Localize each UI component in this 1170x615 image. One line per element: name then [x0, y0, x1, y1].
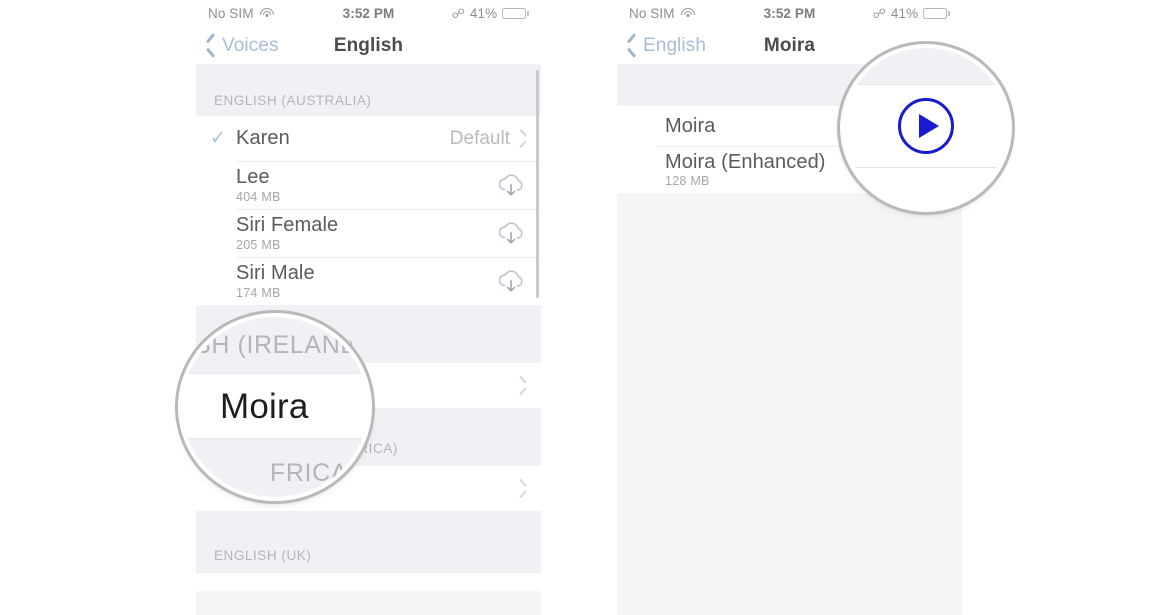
magnifier-left: LISH (IRELAND) Moira FRICA) — [182, 317, 368, 497]
bluetooth-icon: ☍ — [872, 6, 886, 21]
chevron-right-icon — [518, 481, 527, 496]
row-accessory[interactable] — [495, 268, 527, 295]
magnified-section-header-text-lower: FRICA) — [270, 459, 357, 487]
chevron-left-icon — [206, 36, 217, 55]
play-circle-icon[interactable] — [898, 98, 954, 154]
magnifier-right — [844, 48, 1008, 208]
play-triangle-icon — [919, 114, 939, 138]
chevron-right-icon — [518, 131, 527, 146]
row-main: Karen — [236, 127, 450, 149]
chevron-left-icon — [627, 36, 638, 55]
status-bar-left-group: No SIM — [629, 6, 738, 21]
row-value-label: Default — [449, 127, 510, 149]
list-item-label: Lee — [236, 166, 270, 189]
magnified-section-band — [844, 48, 1008, 84]
status-bar-right-group: ☍ 41% — [420, 6, 529, 21]
row-accessory[interactable] — [495, 172, 527, 199]
list-item-label: Karen — [236, 127, 290, 150]
list-item-size: 205 MB — [236, 237, 281, 252]
row-accessory — [518, 378, 527, 393]
nav-bar-left: Voices English — [196, 27, 541, 64]
back-button-voices[interactable]: Voices — [206, 35, 279, 57]
status-bar-clock: 3:52 PM — [342, 6, 395, 21]
bluetooth-icon: ☍ — [451, 6, 465, 21]
left-phone-screen: No SIM 3:52 PM ☍ 41% Voices English ENGL… — [196, 0, 541, 615]
table-row[interactable]: Lee 404 MB — [196, 161, 541, 209]
list-item-size: 404 MB — [236, 189, 281, 204]
screenshot-stage: No SIM 3:52 PM ☍ 41% Voices English ENGL… — [0, 0, 1170, 615]
back-button-english[interactable]: English — [627, 35, 706, 57]
cloud-download-icon[interactable] — [495, 220, 527, 247]
row-main: Lee 404 MB — [236, 166, 495, 203]
row-main: Siri Female 205 MB — [236, 214, 495, 251]
row-accessory: Default — [450, 128, 527, 150]
cloud-download-icon[interactable] — [495, 268, 527, 295]
section-header-australia: ENGLISH (AUSTRALIA) — [196, 64, 541, 116]
section-header-uk: ENGLISH (UK) — [196, 511, 541, 573]
status-bar-clock: 3:52 PM — [763, 6, 816, 21]
magnified-row-band-lower — [844, 168, 1008, 208]
scrollbar-left[interactable] — [536, 70, 539, 298]
carrier-label: No SIM — [629, 6, 675, 21]
magnified-section-header-text: LISH (IRELAND) — [182, 331, 368, 359]
list-item-label: Siri Male — [236, 262, 315, 285]
status-bar-left-group: No SIM — [208, 6, 317, 21]
chevron-right-icon — [518, 378, 527, 393]
section-rows-uk — [196, 573, 541, 591]
magnifier-left-content: LISH (IRELAND) Moira FRICA) — [182, 317, 368, 497]
list-item-size: 174 MB — [236, 285, 281, 300]
back-button-label: Voices — [222, 34, 279, 56]
table-row[interactable]: ✓ Karen Default — [196, 116, 541, 161]
magnifier-right-content — [844, 48, 1008, 208]
row-accessory[interactable] — [495, 220, 527, 247]
battery-percent-label: 41% — [890, 6, 919, 21]
table-row[interactable]: Siri Male 174 MB — [196, 257, 541, 305]
row-main: Siri Male 174 MB — [236, 262, 495, 299]
wifi-icon — [680, 8, 695, 19]
cloud-download-icon[interactable] — [495, 172, 527, 199]
battery-icon — [502, 7, 529, 20]
back-button-label: English — [643, 34, 707, 56]
table-row[interactable]: Siri Female 205 MB — [196, 209, 541, 257]
status-bar-right: No SIM 3:52 PM ☍ 41% — [617, 0, 962, 27]
carrier-label: No SIM — [208, 6, 254, 21]
wifi-icon — [259, 8, 274, 19]
section-rows-australia: ✓ Karen Default Lee 404 MB Siri Female 2… — [196, 116, 541, 305]
status-bar-left: No SIM 3:52 PM ☍ 41% — [196, 0, 541, 27]
battery-percent-label: 41% — [469, 6, 498, 21]
battery-icon — [923, 7, 950, 20]
row-accessory — [518, 481, 527, 496]
status-bar-right-group: ☍ 41% — [841, 6, 950, 21]
checkmark-icon: ✓ — [210, 128, 226, 149]
magnified-focus-label: Moira — [220, 387, 309, 426]
list-item-label: Siri Female — [236, 214, 339, 237]
